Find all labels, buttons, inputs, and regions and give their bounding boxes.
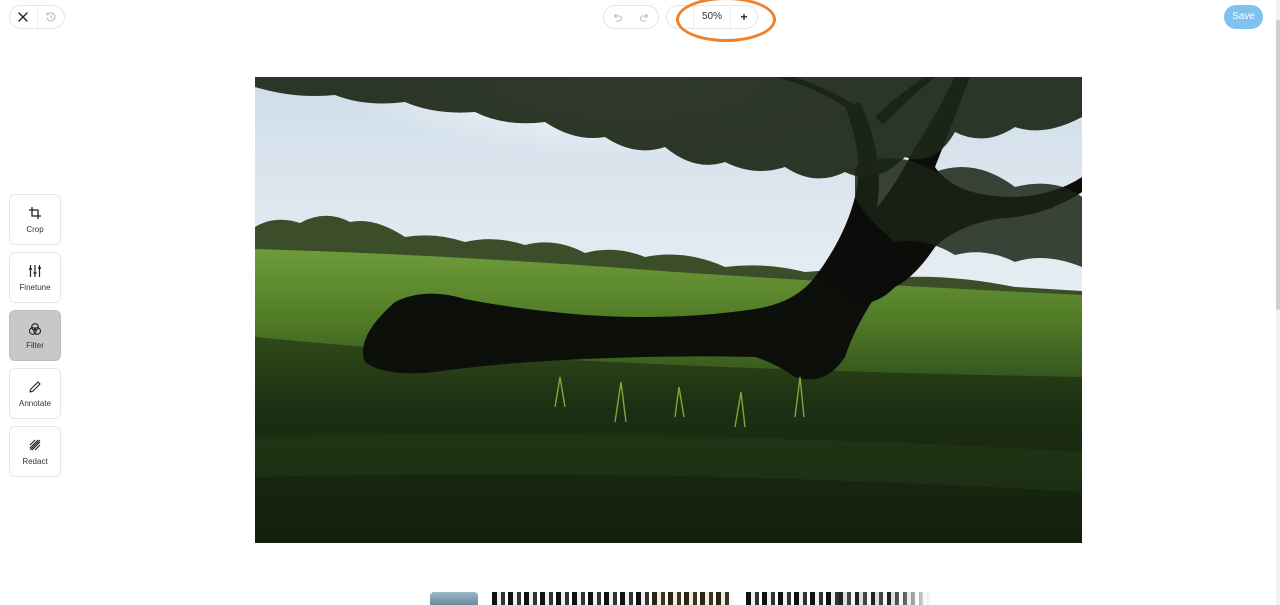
history-revert-icon <box>46 12 56 22</box>
tool-label: Annotate <box>18 398 52 408</box>
filter-thumbnails <box>430 592 931 605</box>
undo-button[interactable] <box>604 6 631 28</box>
close-icon <box>18 12 29 22</box>
revert-button[interactable] <box>36 6 64 28</box>
tool-label: Filter <box>26 340 44 350</box>
sliders-icon <box>29 264 41 277</box>
crop-icon <box>29 206 41 219</box>
filter-thumbnail[interactable] <box>652 592 732 605</box>
tool-label: Crop <box>26 224 44 234</box>
tool-label: Finetune <box>19 282 51 292</box>
filter-thumbnail[interactable] <box>838 592 931 605</box>
filter-thumbnail[interactable] <box>492 592 572 605</box>
zoom-control: 50% + <box>666 5 758 29</box>
save-button[interactable]: Save <box>1224 5 1263 29</box>
landscape-photo <box>255 77 1082 543</box>
close-button[interactable] <box>10 6 37 28</box>
tool-finetune[interactable]: Finetune <box>9 252 61 303</box>
scrollbar-thumb[interactable] <box>1276 20 1280 310</box>
tool-label: Redact <box>22 456 48 466</box>
redo-icon <box>639 13 649 22</box>
redact-hatch-icon <box>29 439 41 450</box>
zoom-in-button[interactable]: + <box>731 6 757 28</box>
filter-thumbnail[interactable] <box>746 592 839 605</box>
tool-annotate[interactable]: Annotate <box>9 368 61 419</box>
tool-redact[interactable]: Redact <box>9 426 61 477</box>
zoom-out-button[interactable] <box>667 6 693 28</box>
pencil-icon <box>29 380 41 393</box>
image-canvas[interactable] <box>255 77 1082 543</box>
tool-sidebar: Crop Finetune Filter Annotate Redact <box>9 194 61 484</box>
filter-thumbnail-group-mono[interactable] <box>492 592 732 605</box>
filter-circles-icon <box>28 322 42 335</box>
filter-thumbnail-group-faded[interactable] <box>746 592 931 605</box>
redo-button[interactable] <box>631 6 658 28</box>
tool-crop[interactable]: Crop <box>9 194 61 245</box>
filter-thumbnail-original[interactable] <box>430 592 478 605</box>
window-controls <box>9 5 65 29</box>
undo-icon <box>613 13 623 22</box>
zoom-level[interactable]: 50% <box>693 6 731 28</box>
undo-redo-group <box>603 5 659 29</box>
filter-thumbnail[interactable] <box>572 592 652 605</box>
page-scrollbar[interactable] <box>1276 0 1280 605</box>
tool-filter[interactable]: Filter <box>9 310 61 361</box>
